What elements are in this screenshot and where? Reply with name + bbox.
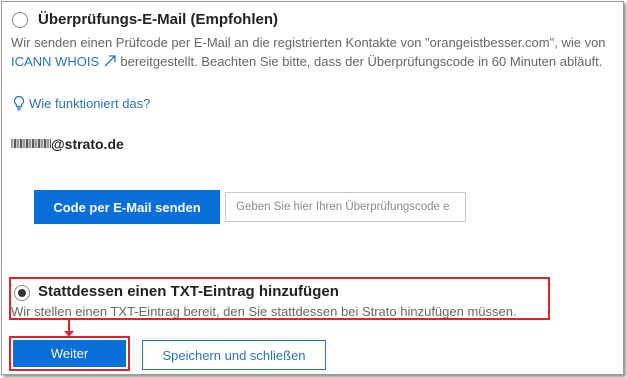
email-domain: @strato.de bbox=[51, 136, 124, 152]
radio-email-verification[interactable] bbox=[12, 12, 28, 28]
how-it-works-label: Wie funktioniert das? bbox=[29, 96, 151, 111]
how-it-works-link[interactable]: Wie funktioniert das? bbox=[13, 95, 150, 111]
save-and-close-button[interactable]: Speichern und schließen bbox=[142, 340, 326, 370]
dialog-frame: Überprüfungs-E-Mail (Empfohlen) Wir send… bbox=[1, 1, 624, 375]
txt-option-highlight bbox=[9, 277, 550, 320]
email-option-description: Wir senden einen Prüfcode per E-Mail an … bbox=[11, 33, 615, 71]
contact-email: @strato.de bbox=[11, 136, 124, 152]
email-desc-part2: bereitgestellt. Beachten Sie bitte, dass… bbox=[116, 54, 603, 69]
send-code-button[interactable]: Code per E-Mail senden bbox=[34, 190, 220, 224]
next-button[interactable]: Weiter bbox=[13, 340, 126, 367]
email-option-title: Überprüfungs-E-Mail (Empfohlen) bbox=[38, 11, 278, 28]
lightbulb-icon bbox=[13, 95, 25, 111]
external-link-icon bbox=[104, 55, 116, 67]
email-desc-part1: Wir senden einen Prüfcode per E-Mail an … bbox=[11, 35, 606, 50]
verification-code-input[interactable]: Geben Sie hier Ihren Überprüfungscode e bbox=[225, 192, 466, 222]
masked-email-user bbox=[11, 139, 51, 148]
icann-whois-link[interactable]: ICANN WHOIS bbox=[11, 54, 117, 69]
